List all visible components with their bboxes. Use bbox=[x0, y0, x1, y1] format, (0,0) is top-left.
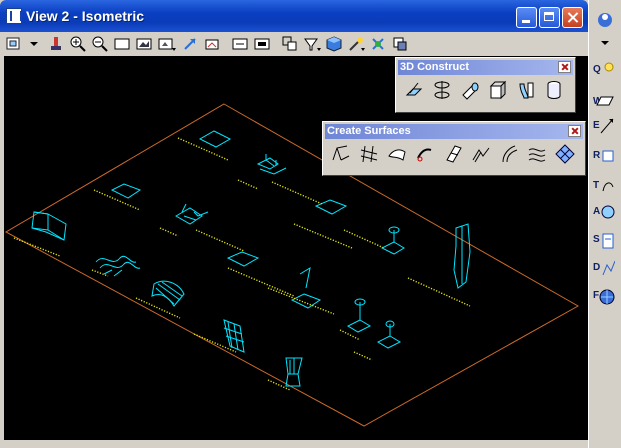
sidebar-top-icon[interactable] bbox=[593, 8, 617, 30]
rotate-view-icon[interactable] bbox=[156, 34, 176, 54]
object-ruled-surface bbox=[151, 280, 185, 307]
3d-construct-title: 3D Construct bbox=[400, 61, 470, 73]
clip-volume-icon[interactable] bbox=[280, 34, 300, 54]
update-view-button[interactable] bbox=[46, 34, 66, 54]
window-title: View 2 - Isometric bbox=[26, 8, 145, 24]
title-bar[interactable]: View 2 - Isometric bbox=[0, 0, 588, 32]
fit-view-icon[interactable] bbox=[134, 34, 154, 54]
r-tools-icon[interactable]: R bbox=[593, 146, 617, 168]
object-shape-7 bbox=[290, 266, 322, 309]
view-next-icon[interactable] bbox=[230, 34, 250, 54]
t-tools-icon[interactable]: T bbox=[593, 176, 617, 198]
create-surfaces-close-button[interactable] bbox=[568, 125, 581, 137]
zoom-out-icon[interactable] bbox=[90, 34, 110, 54]
3d-construct-palette[interactable]: 3D Construct bbox=[395, 57, 576, 113]
surface-tube-icon[interactable] bbox=[413, 142, 437, 166]
3d-construct-title-bar[interactable]: 3D Construct bbox=[398, 60, 573, 75]
object-wave-surface bbox=[95, 255, 141, 277]
object-cylinder-3 bbox=[376, 320, 402, 349]
drawing-canvas bbox=[4, 103, 580, 427]
object-mesh-surface bbox=[223, 319, 245, 353]
surface-extrude-icon[interactable] bbox=[441, 142, 465, 166]
a-tools-icon[interactable]: A bbox=[593, 202, 617, 224]
object-vase bbox=[285, 357, 303, 387]
view-settings-icon[interactable] bbox=[390, 34, 410, 54]
object-cube bbox=[31, 211, 67, 241]
object-rect-1 bbox=[198, 130, 232, 148]
f-tools-icon[interactable]: F bbox=[593, 286, 617, 308]
surface-mesh-icon[interactable] bbox=[553, 142, 577, 166]
object-cylinder-2 bbox=[346, 298, 372, 333]
isometric-viewport[interactable] bbox=[4, 56, 588, 440]
minimize-button[interactable] bbox=[516, 7, 537, 28]
surface-ruled-icon[interactable] bbox=[497, 142, 521, 166]
extrude-icon[interactable] bbox=[402, 78, 426, 102]
object-tall-surface bbox=[453, 223, 471, 289]
s-tools-icon[interactable]: S bbox=[593, 230, 617, 252]
extrude-along-path-icon[interactable] bbox=[458, 78, 482, 102]
d-tools-icon[interactable]: D bbox=[593, 258, 617, 280]
surface-skin-icon[interactable] bbox=[385, 142, 409, 166]
construct-revolution-icon[interactable] bbox=[430, 78, 454, 102]
view-attributes-button[interactable] bbox=[4, 34, 28, 54]
create-surfaces-palette[interactable]: Create Surfaces bbox=[322, 121, 586, 176]
w-tools-icon[interactable]: W bbox=[593, 92, 617, 114]
close-button[interactable] bbox=[562, 7, 583, 28]
window-area-icon[interactable] bbox=[112, 34, 132, 54]
object-shape-5 bbox=[174, 203, 209, 225]
chevron-down-icon[interactable] bbox=[593, 34, 617, 56]
view-previous-icon[interactable] bbox=[202, 34, 222, 54]
surface-network-icon[interactable] bbox=[357, 142, 381, 166]
display-mode-icon[interactable] bbox=[324, 34, 344, 54]
chevron-down-icon[interactable] bbox=[28, 34, 40, 54]
shell-solid-icon[interactable] bbox=[486, 78, 510, 102]
create-surfaces-title-bar[interactable]: Create Surfaces bbox=[325, 124, 583, 139]
object-rect-6 bbox=[226, 251, 260, 267]
cylinder-solid-icon[interactable] bbox=[542, 78, 566, 102]
3d-construct-close-button[interactable] bbox=[558, 61, 571, 73]
surface-offset-icon[interactable] bbox=[525, 142, 549, 166]
object-cylinder-1 bbox=[380, 226, 405, 255]
tool-settings-sidebar: Q W E R T A S D F bbox=[588, 0, 621, 448]
copy-view-icon[interactable] bbox=[252, 34, 272, 54]
clip-mask-icon[interactable] bbox=[302, 34, 322, 54]
app-icon[interactable] bbox=[6, 8, 22, 24]
maximize-button[interactable] bbox=[539, 7, 560, 28]
thicken-solid-icon[interactable] bbox=[514, 78, 538, 102]
object-rect-3 bbox=[110, 183, 142, 199]
object-shape-2 bbox=[256, 154, 287, 175]
view-toolbar bbox=[0, 32, 588, 56]
object-rect-4 bbox=[314, 199, 348, 215]
surface-blend-icon[interactable] bbox=[469, 142, 493, 166]
render-icon[interactable] bbox=[346, 34, 366, 54]
e-tools-icon[interactable]: E bbox=[593, 116, 617, 138]
q-tools-icon[interactable]: Q bbox=[593, 60, 617, 82]
pan-view-icon[interactable] bbox=[180, 34, 200, 54]
camera-icon[interactable] bbox=[368, 34, 388, 54]
create-surfaces-title: Create Surfaces bbox=[327, 125, 411, 137]
zoom-in-icon[interactable] bbox=[68, 34, 88, 54]
surface-by-section-icon[interactable] bbox=[329, 142, 353, 166]
